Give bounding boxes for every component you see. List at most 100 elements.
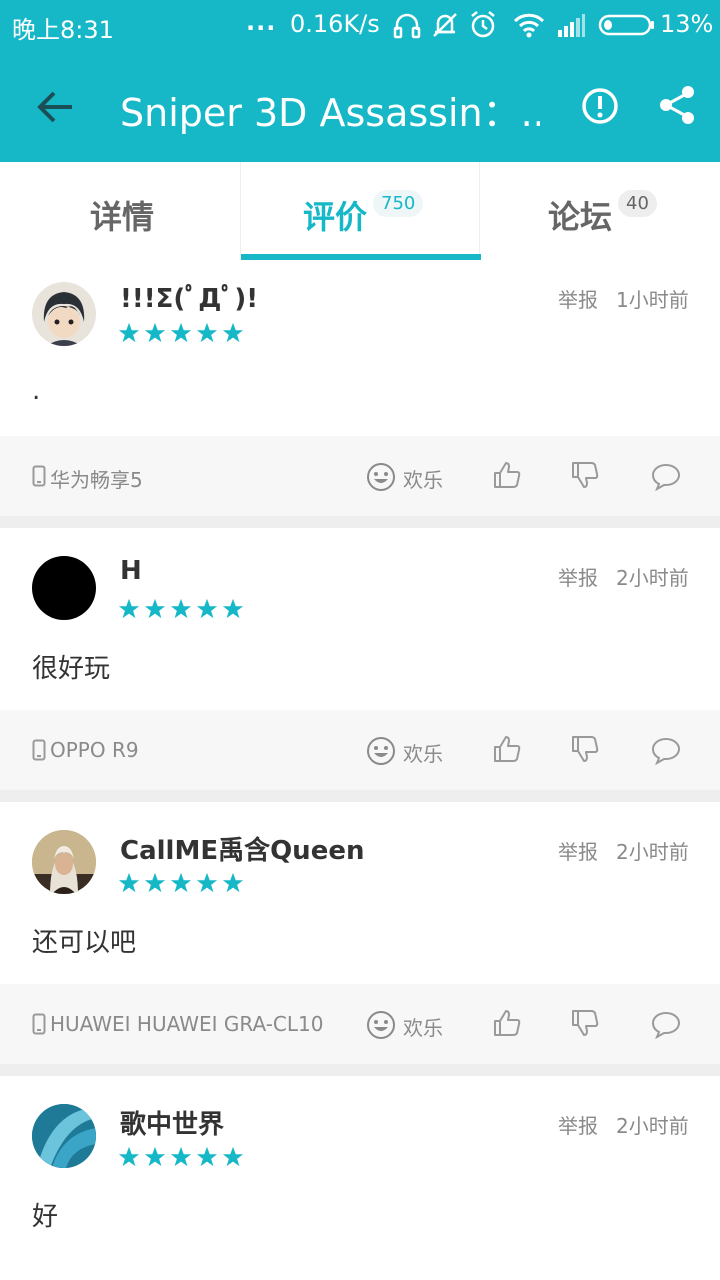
review-content: . (32, 376, 41, 406)
wifi-icon (513, 13, 545, 38)
review-footer: OPPO R9 欢乐 (0, 710, 720, 790)
network-speed: 0.16K/s (290, 10, 380, 38)
battery-percentage: 13% (660, 10, 714, 38)
headset-icon (393, 13, 421, 39)
signal-icon (558, 14, 585, 37)
star-icon (118, 598, 140, 620)
divider (0, 790, 720, 802)
thumbs-down-icon[interactable] (570, 734, 600, 764)
tab-details-label: 详情 (90, 198, 155, 236)
divider (0, 1064, 720, 1076)
tab-forum-count: 40 (618, 190, 657, 217)
review-item: H 举报 2小时前 很好玩 OPPO R9 欢乐 (0, 528, 720, 790)
report-link[interactable]: 举报 (558, 562, 598, 591)
star-icon (170, 1146, 192, 1168)
comment-icon[interactable] (651, 461, 681, 491)
report-link[interactable]: 举报 (558, 284, 598, 313)
star-icon (144, 598, 166, 620)
battery-icon (598, 14, 654, 36)
status-bar: 晚上8:31 ... 0.16K/s 13% (0, 0, 720, 52)
star-icon (196, 322, 218, 344)
phone-icon (32, 739, 46, 761)
divider (0, 516, 720, 528)
star-icon (196, 598, 218, 620)
review-content: 很好玩 (32, 654, 111, 684)
star-icon (118, 322, 140, 344)
star-icon (144, 322, 166, 344)
mood-label: 欢乐 (403, 468, 443, 492)
tab-forum-label: 论坛 (548, 198, 613, 236)
rating-stars (118, 322, 244, 344)
tab-reviews-count: 750 (373, 190, 424, 217)
star-icon (222, 598, 244, 620)
review-time: 2小时前 (616, 1114, 689, 1138)
status-time: 晚上8:31 (12, 16, 114, 44)
tab-reviews-label: 评价 (303, 198, 368, 236)
avatar[interactable] (32, 556, 96, 620)
phone-icon (32, 465, 46, 487)
review-content: 好 (32, 1202, 59, 1232)
report-link[interactable]: 举报 (558, 836, 598, 865)
arrow-left-icon[interactable] (34, 85, 78, 129)
review-item: CallME禹含Queen 举报 2小时前 还可以吧 HUAWEI HUAWEI… (0, 802, 720, 1064)
alarm-icon (471, 11, 495, 38)
tab-details[interactable]: 详情 (0, 162, 240, 260)
star-icon (222, 872, 244, 894)
tab-reviews[interactable]: 评价 750 (240, 162, 481, 260)
star-icon (222, 322, 244, 344)
rating-stars (118, 872, 244, 894)
thumbs-down-icon[interactable] (570, 460, 600, 490)
star-icon (222, 1146, 244, 1168)
phone-icon (32, 1013, 46, 1035)
star-icon (118, 1146, 140, 1168)
review-content: 还可以吧 (32, 928, 137, 958)
review-footer: 华为畅享5 欢乐 (0, 436, 720, 516)
comment-icon[interactable] (651, 735, 681, 765)
review-item: 歌中世界 举报 2小时前 好 (0, 1076, 720, 1280)
avatar[interactable] (32, 282, 96, 346)
star-icon (170, 872, 192, 894)
review-footer: HUAWEI HUAWEI GRA-CL10 欢乐 (0, 984, 720, 1064)
device-name: OPPO R9 (50, 738, 139, 762)
review-time: 2小时前 (616, 840, 689, 864)
thumbs-up-icon[interactable] (492, 734, 522, 764)
tab-forum[interactable]: 论坛 40 (480, 162, 720, 260)
review-username[interactable]: H (120, 556, 142, 586)
app-bar: Sniper 3D Assassin：... (0, 52, 720, 162)
mood-label: 欢乐 (403, 742, 443, 766)
report-link[interactable]: 举报 (558, 1110, 598, 1139)
status-dots: ... (246, 8, 277, 36)
star-icon (118, 872, 140, 894)
review-time: 1小时前 (616, 288, 689, 312)
star-icon (170, 598, 192, 620)
rating-stars (118, 598, 244, 620)
thumbs-up-icon[interactable] (492, 460, 522, 490)
share-icon[interactable] (656, 84, 698, 126)
thumbs-up-icon[interactable] (492, 1008, 522, 1038)
avatar[interactable] (32, 1104, 96, 1168)
review-username[interactable]: !!!Σ(ﾟДﾟ)! (120, 278, 258, 315)
smiley-icon (367, 1011, 395, 1039)
smiley-icon (367, 463, 395, 491)
tab-active-indicator (241, 254, 481, 260)
device-name: 华为畅享5 (50, 468, 143, 492)
review-item: !!!Σ(ﾟДﾟ)! 举报 1小时前 . 华为畅享5 欢乐 (0, 262, 720, 516)
review-username[interactable]: 歌中世界 (120, 1104, 224, 1141)
review-time: 2小时前 (616, 566, 689, 590)
star-icon (170, 322, 192, 344)
star-icon (196, 872, 218, 894)
smiley-icon (367, 737, 395, 765)
review-username[interactable]: CallME禹含Queen (120, 830, 364, 867)
star-icon (144, 872, 166, 894)
comment-icon[interactable] (651, 1009, 681, 1039)
rating-stars (118, 1146, 244, 1168)
star-icon (196, 1146, 218, 1168)
star-icon (144, 1146, 166, 1168)
device-name: HUAWEI HUAWEI GRA-CL10 (50, 1012, 324, 1036)
avatar[interactable] (32, 830, 96, 894)
tab-bar: 详情 评价 750 论坛 40 (0, 162, 720, 260)
mood-label: 欢乐 (403, 1016, 443, 1040)
mute-bell-icon (433, 13, 457, 37)
thumbs-down-icon[interactable] (570, 1008, 600, 1038)
exclamation-circle-icon[interactable] (580, 86, 620, 126)
